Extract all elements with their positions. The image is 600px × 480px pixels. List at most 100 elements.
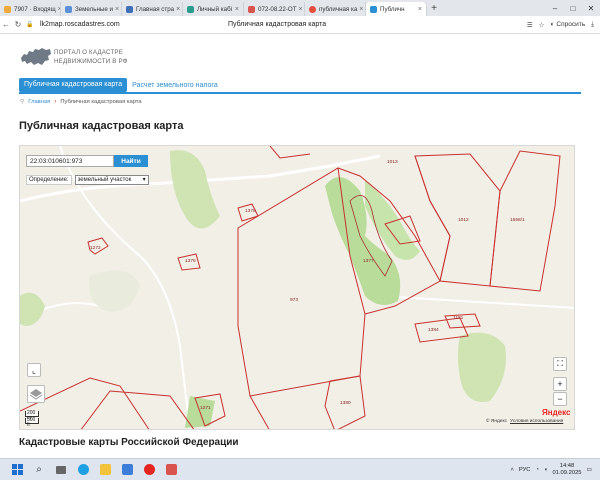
breadcrumb-current: Публичная кадастровая карта bbox=[60, 99, 142, 105]
map-scale: 200 m 500 ft bbox=[25, 411, 39, 428]
windows-start-icon[interactable] bbox=[6, 459, 28, 480]
nav-land-tax[interactable]: Расчет земельного налога bbox=[132, 82, 218, 89]
store-icon[interactable] bbox=[116, 459, 138, 480]
menu-icon[interactable]: ☰ bbox=[527, 21, 533, 29]
app-icon[interactable] bbox=[160, 459, 182, 480]
nav-public-map[interactable]: Публичная кадастровая карта bbox=[19, 78, 128, 92]
ruler-icon: ⌞ bbox=[32, 365, 36, 375]
download-icon[interactable]: ⤓ bbox=[591, 21, 594, 29]
layers-icon bbox=[29, 389, 43, 400]
minus-icon: − bbox=[557, 394, 563, 404]
browser-tab-bar: 7907 · Входящ× Земельные и× Главная стра… bbox=[0, 0, 600, 16]
terms-link[interactable]: Условия использования bbox=[510, 419, 563, 424]
chevron-right-icon: › bbox=[54, 99, 57, 105]
parcel-label[interactable]: 1378 bbox=[245, 209, 256, 214]
language-indicator[interactable]: РУС bbox=[519, 467, 531, 473]
chevron-down-icon: ▾ bbox=[142, 177, 146, 183]
edge-icon[interactable] bbox=[72, 459, 94, 480]
breadcrumb: ⚲ Главная › Публичная кадастровая карта bbox=[20, 99, 142, 105]
find-button[interactable]: Найти bbox=[114, 155, 148, 167]
close-icon[interactable]: × bbox=[297, 6, 303, 13]
ask-icon: ◐ bbox=[550, 21, 555, 28]
browser-tab[interactable]: 072-08.22-ОТ × bbox=[244, 2, 305, 16]
close-icon[interactable]: × bbox=[233, 6, 239, 13]
parcel-label[interactable]: 1658/1 bbox=[510, 218, 525, 223]
map-copyright: © Яндекс Условия использования bbox=[486, 419, 564, 424]
fullscreen-button[interactable]: ⛶ bbox=[553, 357, 567, 371]
browser-tab[interactable]: Главная стра × bbox=[122, 2, 183, 16]
close-icon[interactable]: × bbox=[357, 6, 363, 13]
definition-select[interactable]: земельный участок ▾ bbox=[74, 175, 149, 185]
cadastral-search: Найти bbox=[26, 155, 148, 167]
page-title: Публичная кадастровая карта bbox=[19, 120, 184, 132]
file-explorer-icon[interactable] bbox=[94, 459, 116, 480]
site-icon bbox=[126, 5, 133, 13]
browser-tab[interactable]: 7907 · Входящ× bbox=[0, 2, 61, 16]
close-window-icon[interactable]: ✕ bbox=[582, 4, 600, 13]
yandex-logo[interactable]: Яндекс bbox=[542, 408, 570, 417]
document-icon bbox=[248, 5, 255, 13]
browser-tab[interactable]: публичная ка × bbox=[305, 2, 366, 16]
browser-tab[interactable]: Земельные и × bbox=[61, 2, 122, 16]
mail-icon bbox=[4, 5, 11, 13]
map-canvas[interactable] bbox=[20, 146, 575, 430]
parcel-label[interactable]: 1013 bbox=[387, 160, 398, 165]
browser-tab[interactable]: Личный кабі × bbox=[183, 2, 244, 16]
bookmark-icon[interactable]: ☆ bbox=[539, 21, 545, 29]
site-icon bbox=[187, 5, 194, 13]
cadastral-number-input[interactable] bbox=[26, 155, 114, 167]
breadcrumb-home[interactable]: Главная bbox=[28, 99, 50, 105]
address-bar: ← ↻ 🔒 lk2map.roscadastres.com Публичная … bbox=[0, 16, 600, 34]
window-controls: – □ ✕ bbox=[546, 0, 600, 16]
layers-button[interactable] bbox=[27, 385, 45, 403]
zoom-in-button[interactable]: + bbox=[553, 377, 567, 391]
parcel-label[interactable]: 1377 bbox=[363, 259, 374, 264]
parcel-label[interactable]: 1272 bbox=[90, 246, 101, 251]
browser-tab-active[interactable]: Публичн × bbox=[366, 2, 427, 16]
ruler-button[interactable]: ⌞ bbox=[27, 363, 41, 377]
search-icon[interactable]: ⌕ bbox=[28, 459, 50, 480]
ask-button[interactable]: ◐ Спросить bbox=[550, 21, 585, 28]
lock-icon: 🔒 bbox=[26, 22, 34, 28]
cadastral-map[interactable]: 1013 1012 1658/1 1378 1272 1376 1377 973… bbox=[19, 145, 575, 430]
parcel-label[interactable]: 1271 bbox=[200, 406, 211, 411]
nav-divider bbox=[19, 92, 581, 94]
definition-row: Определение: земельный участок ▾ bbox=[26, 175, 149, 185]
parcel-label[interactable]: 1376 bbox=[185, 259, 196, 264]
site-logo[interactable]: ПОРТАЛ О КАДАСТРЕ НЕДВИЖИМОСТИ В РФ bbox=[20, 46, 170, 74]
parcel-label[interactable]: 973 bbox=[290, 298, 298, 303]
parcel-label[interactable]: 1380 bbox=[340, 401, 351, 406]
parcel-label[interactable]: 1181 bbox=[453, 316, 463, 321]
site-icon bbox=[370, 5, 377, 13]
definition-label: Определение: bbox=[26, 175, 72, 185]
chevron-up-icon[interactable]: ˄ bbox=[510, 467, 513, 473]
notifications-icon[interactable]: ▭ bbox=[587, 467, 592, 473]
site-nav: Публичная кадастровая карта Расчет земел… bbox=[19, 78, 218, 92]
parcel-label[interactable]: 1012 bbox=[458, 218, 469, 223]
site-icon bbox=[309, 5, 316, 13]
yandex-browser-icon[interactable] bbox=[138, 459, 160, 480]
back-icon[interactable]: ← bbox=[0, 20, 12, 29]
location-pin-icon: ⚲ bbox=[20, 99, 25, 105]
url-field[interactable]: lk2map.roscadastres.com bbox=[40, 21, 180, 28]
new-tab-button[interactable]: + bbox=[427, 2, 441, 16]
close-icon[interactable]: × bbox=[174, 6, 180, 13]
close-icon[interactable]: × bbox=[416, 6, 422, 13]
site-icon bbox=[65, 5, 72, 13]
zoom-out-button[interactable]: − bbox=[553, 392, 567, 406]
plus-icon: + bbox=[557, 379, 563, 389]
russia-map-icon bbox=[21, 48, 51, 65]
volume-icon[interactable]: ◖ bbox=[544, 467, 548, 473]
windows-taskbar: ⌕ ˄ РУС ◔ ◖ 14:48 01.09.2025 ▭ bbox=[0, 458, 600, 480]
fullscreen-icon: ⛶ bbox=[557, 359, 563, 368]
system-tray: ˄ РУС ◔ ◖ 14:48 01.09.2025 ▭ bbox=[510, 463, 600, 477]
parcel-label[interactable]: 1384 bbox=[428, 328, 439, 333]
section-title: Кадастровые карты Российской Федерации bbox=[19, 437, 239, 448]
close-icon[interactable]: × bbox=[113, 6, 119, 13]
clock[interactable]: 14:48 01.09.2025 bbox=[553, 463, 582, 477]
minimize-icon[interactable]: – bbox=[546, 4, 564, 13]
wifi-icon[interactable]: ◔ bbox=[535, 467, 539, 473]
task-view-icon[interactable] bbox=[50, 459, 72, 480]
reload-icon[interactable]: ↻ bbox=[12, 20, 24, 29]
maximize-icon[interactable]: □ bbox=[564, 4, 582, 13]
